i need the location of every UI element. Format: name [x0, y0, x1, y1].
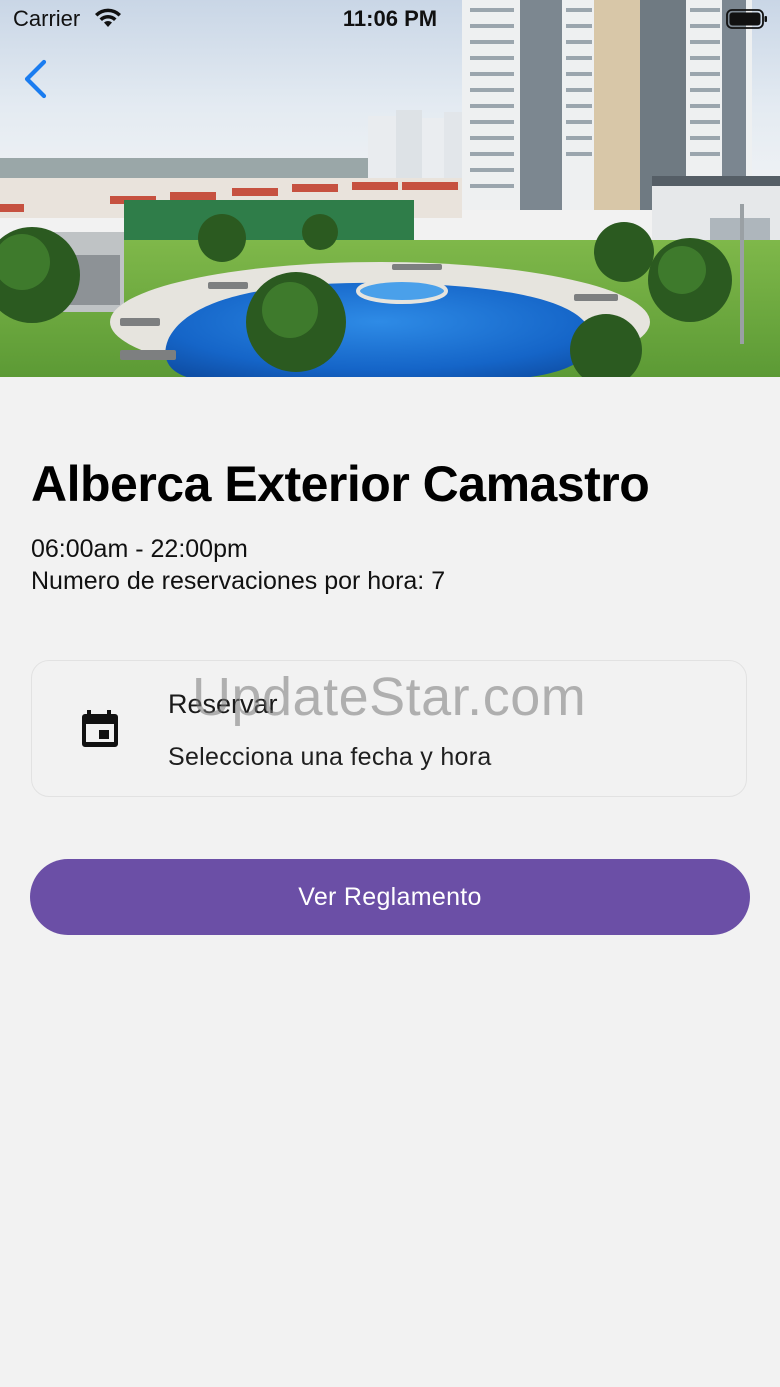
status-bar: Carrier 11:06 PM: [0, 0, 780, 40]
back-button[interactable]: [18, 56, 58, 102]
view-rules-button[interactable]: Ver Reglamento: [30, 859, 750, 935]
amenity-photo: [0, 0, 780, 377]
status-time: 11:06 PM: [342, 6, 438, 31]
reserve-title: Reservar: [168, 689, 278, 719]
amenity-title: Alberca Exterior Camastro: [31, 456, 650, 512]
battery-icon: [726, 9, 767, 29]
amenity-hours: 06:00am - 22:00pm: [31, 535, 248, 563]
reservations-per-hour: Numero de reservaciones por hora: 7: [31, 567, 446, 595]
chevron-left-icon: [24, 59, 47, 99]
amenity-detail-screen: Carrier 11:06 PM Alberca Exterior Camast…: [0, 0, 780, 1387]
reserve-subtitle: Selecciona una fecha y hora: [168, 743, 492, 771]
calendar-icon: [82, 710, 118, 747]
reserve-card[interactable]: Reservar Selecciona una fecha y hora: [31, 660, 747, 797]
